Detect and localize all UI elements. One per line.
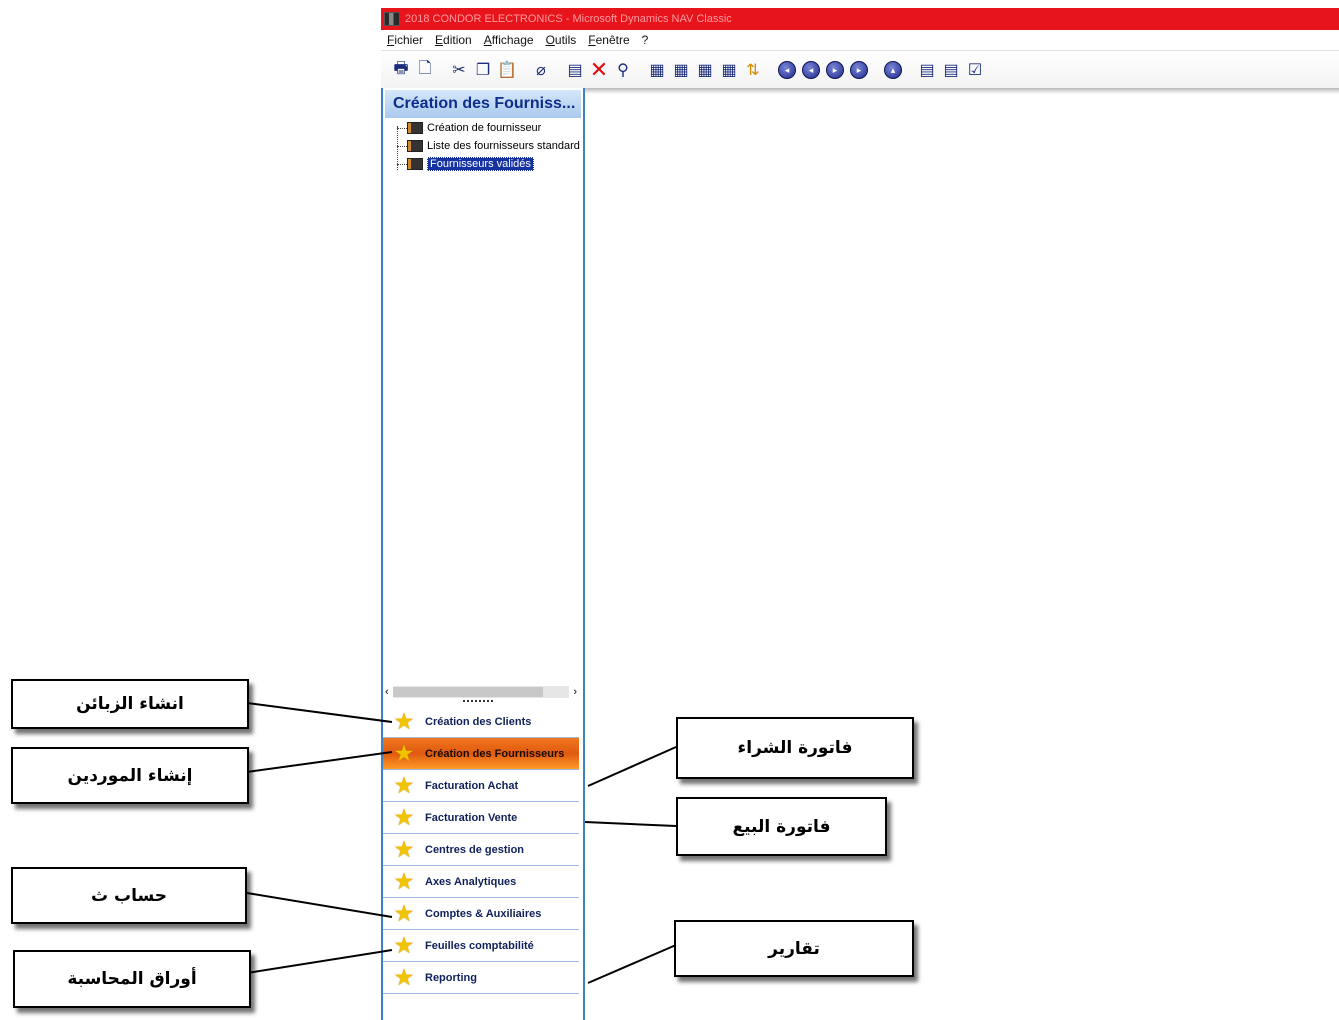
callout-purchase: فاتورة الشراء [676,717,914,779]
connector-suppliers [246,751,393,773]
callout-suppliers: إنشاء الموردين [11,747,249,804]
connector-accounts [246,892,393,918]
callout-reports: تقارير [674,920,914,977]
callout-clients: انشاء الزبائن [11,679,249,729]
callout-sheets: أوراق المحاسبة [13,950,251,1008]
connector-reports [587,944,677,984]
connector-purchase [587,746,677,787]
connector-sheets [246,949,393,974]
callout-sales: فاتورة البيع [676,797,887,856]
connector-sales [584,821,677,827]
connector-clients [246,702,393,723]
callout-accounts: حساب ث [11,867,247,924]
